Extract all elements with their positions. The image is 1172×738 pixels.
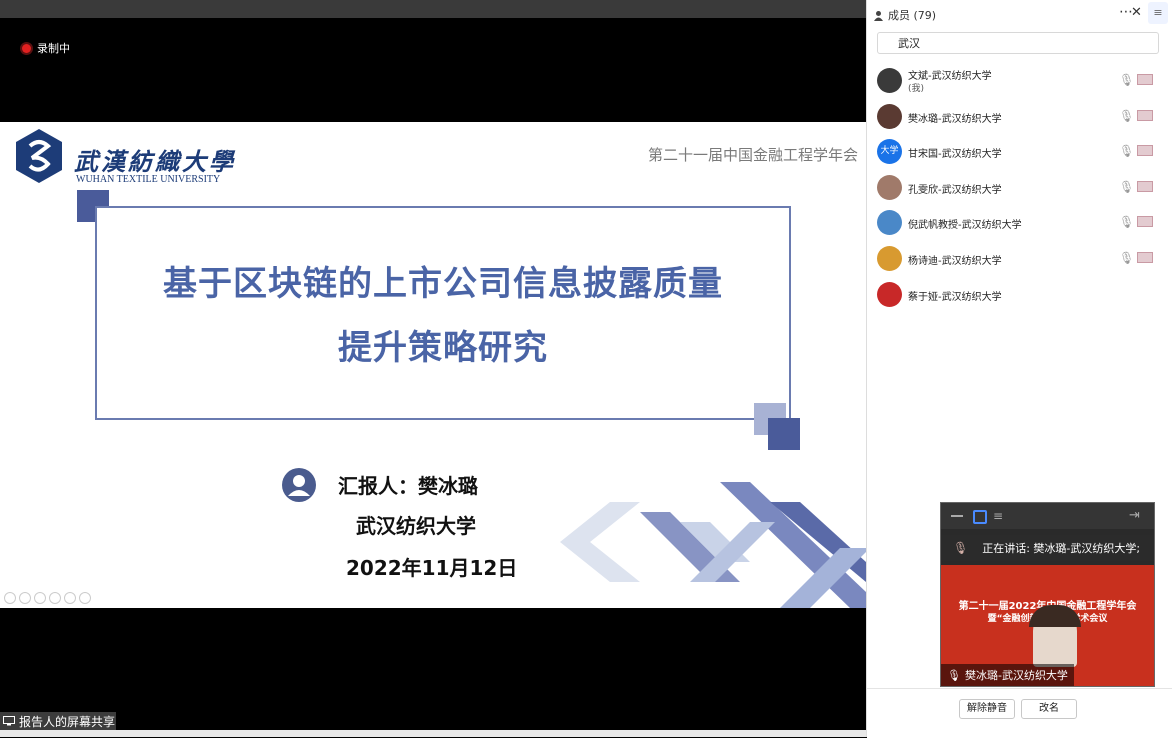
- member-name: 文斌-武汉纺织大学: [908, 71, 992, 82]
- pen-icon[interactable]: [34, 592, 46, 604]
- deco-square: [768, 418, 800, 450]
- camera-off-icon[interactable]: [1137, 109, 1153, 121]
- muted-mic-icon: 🎙: [953, 541, 969, 555]
- close-icon[interactable]: ✕: [1131, 5, 1142, 20]
- member-avatar: [877, 68, 902, 93]
- member-row[interactable]: 文斌-武汉纺织大学 (我) 🎙: [867, 64, 1172, 100]
- muted-mic-icon[interactable]: 🎙: [1119, 73, 1134, 87]
- member-row[interactable]: 倪武帆教授-武汉纺织大学 🎙: [867, 206, 1172, 242]
- members-count-label: 成员 (79): [888, 9, 937, 22]
- reporter-name: 汇报人：樊冰璐: [338, 474, 478, 498]
- member-name: 蔡于娅-武汉纺织大学: [908, 291, 1002, 303]
- video-tile-toolbar: ≡ ⇥: [941, 503, 1154, 529]
- university-emblem-icon: [16, 129, 62, 183]
- shared-screen-area: 录制中 武漢紡織大學 WUHAN TEXTILE UNIVERSITY 第二十一…: [0, 0, 866, 737]
- member-row[interactable]: 樊冰璐-武汉纺织大学 🎙: [867, 100, 1172, 136]
- top-strip: [0, 0, 866, 18]
- person-icon: [282, 468, 316, 502]
- members-panel: 成员 (79) ⋯ ✕ ≡ 文斌-武汉纺织大学(我)🎙樊冰璐-武汉纺织大学🎙大学…: [866, 0, 1172, 738]
- presentation-slide: 武漢紡織大學 WUHAN TEXTILE UNIVERSITY 第二十一届中国金…: [0, 122, 866, 608]
- screen-share-text: 报告人的屏幕共享: [19, 714, 116, 729]
- muted-mic-icon[interactable]: 🎙: [1119, 215, 1134, 229]
- members-icon: [874, 10, 883, 21]
- member-name: 孔雯欣-武汉纺织大学: [908, 184, 1002, 196]
- slide-title-line2: 提升策略研究: [338, 328, 548, 368]
- member-avatar: 大学: [877, 139, 902, 165]
- panel-title: 成员 (79): [873, 7, 936, 23]
- slide-title-line1: 基于区块链的上市公司信息披露质量: [163, 264, 723, 304]
- recording-label: 录制中: [37, 42, 70, 55]
- member-avatar: [877, 103, 902, 129]
- panel-footer: 解除静音 改名: [867, 688, 1172, 738]
- member-name: 杨诗迪-武汉纺织大学: [908, 255, 1002, 267]
- camera-off-icon[interactable]: [1137, 180, 1153, 192]
- record-dot-icon: [22, 43, 31, 53]
- university-logo: 武漢紡織大學 WUHAN TEXTILE UNIVERSITY: [14, 128, 244, 188]
- copy-icon[interactable]: [49, 592, 61, 604]
- logo-chinese-name: 武漢紡織大學: [74, 147, 236, 176]
- member-avatar: [877, 210, 902, 236]
- member-avatar: [877, 281, 902, 307]
- speaker-name: 樊冰璐-武汉纺织大学: [964, 669, 1068, 682]
- muted-mic-icon[interactable]: 🎙: [1119, 109, 1134, 123]
- panel-header: 成员 (79) ⋯ ✕ ≡: [867, 0, 1172, 28]
- camera-off-icon[interactable]: [1137, 216, 1153, 228]
- member-row[interactable]: 杨诗迪-武汉纺织大学 🎙: [867, 242, 1172, 278]
- muted-mic-icon[interactable]: 🎙: [1119, 251, 1134, 265]
- gallery-view-icon[interactable]: [973, 510, 987, 524]
- unmute-all-button[interactable]: 解除静音: [959, 699, 1015, 719]
- screen-share-icon: [3, 716, 15, 726]
- speaker-name-tag: 🎙 樊冰璐-武汉纺织大学: [941, 664, 1074, 686]
- presentation-date: 2022年11月12日: [346, 556, 518, 580]
- list-view-icon[interactable]: ≡: [993, 510, 1003, 522]
- member-name: 甘宋国-武汉纺织大学: [908, 149, 1002, 161]
- members-list: 文斌-武汉纺织大学 (我) 🎙 樊冰璐-武汉纺织大学 🎙 大学 甘宋国-武汉纺织大学 🎙 孔雯欣…: [867, 64, 1172, 313]
- member-name: 樊冰璐-武汉纺织大学: [908, 113, 1002, 125]
- title-frame: 基于区块链的上市公司信息披露质量 提升策略研究: [95, 206, 791, 420]
- speaking-text: 正在讲话: 樊冰璐-武汉纺织大学;: [982, 542, 1141, 555]
- decorative-stripes: [560, 482, 866, 608]
- camera-off-icon[interactable]: [1137, 145, 1153, 157]
- mic-icon: 🎙: [947, 668, 961, 682]
- member-name: 倪武帆教授-武汉纺织大学: [908, 220, 1022, 232]
- reporter-university: 武汉纺织大学: [356, 514, 476, 538]
- member-row[interactable]: 大学 甘宋国-武汉纺织大学 🎙: [867, 135, 1172, 171]
- screen-share-label[interactable]: 报告人的屏幕共享: [0, 712, 116, 730]
- next-icon[interactable]: [19, 592, 31, 604]
- slide-toolbar[interactable]: [4, 592, 91, 604]
- muted-mic-icon[interactable]: 🎙: [1119, 180, 1134, 194]
- logo-english-name: WUHAN TEXTILE UNIVERSITY: [76, 174, 221, 185]
- prev-icon[interactable]: [4, 592, 16, 604]
- speaking-indicator: 🎙 正在讲话: 樊冰璐-武汉纺织大学;: [941, 535, 1154, 561]
- minimize-icon[interactable]: [951, 515, 963, 517]
- member-row[interactable]: 孔雯欣-武汉纺织大学 🎙: [867, 171, 1172, 207]
- rename-button[interactable]: 改名: [1021, 699, 1077, 719]
- panel-menu-icon[interactable]: ≡: [1148, 2, 1168, 24]
- expand-icon[interactable]: ⇥: [1129, 508, 1140, 523]
- member-row[interactable]: 蔡于娅-武汉纺织大学: [867, 278, 1172, 314]
- member-self-tag: (我): [908, 84, 925, 94]
- more-icon[interactable]: [79, 592, 91, 604]
- recording-indicator: 录制中: [22, 40, 70, 56]
- bottom-strip: [0, 730, 866, 737]
- camera-off-icon[interactable]: [1137, 74, 1153, 85]
- conference-name: 第二十一届中国金融工程学年会: [647, 146, 858, 164]
- zoom-icon[interactable]: [64, 592, 76, 604]
- muted-mic-icon[interactable]: 🎙: [1119, 144, 1134, 158]
- camera-off-icon[interactable]: [1137, 251, 1153, 263]
- member-avatar: [877, 174, 902, 200]
- member-avatar: [877, 245, 902, 271]
- speaker-video-tile[interactable]: ≡ ⇥ 🎙 正在讲话: 樊冰璐-武汉纺织大学; 第二十一届2022年中国金融工程…: [940, 502, 1155, 687]
- member-search-input[interactable]: [877, 32, 1159, 54]
- speaker-video: 第二十一届2022年中国金融工程学年会 暨“金融创新与……”学术会议 🎙 樊冰璐…: [941, 565, 1154, 686]
